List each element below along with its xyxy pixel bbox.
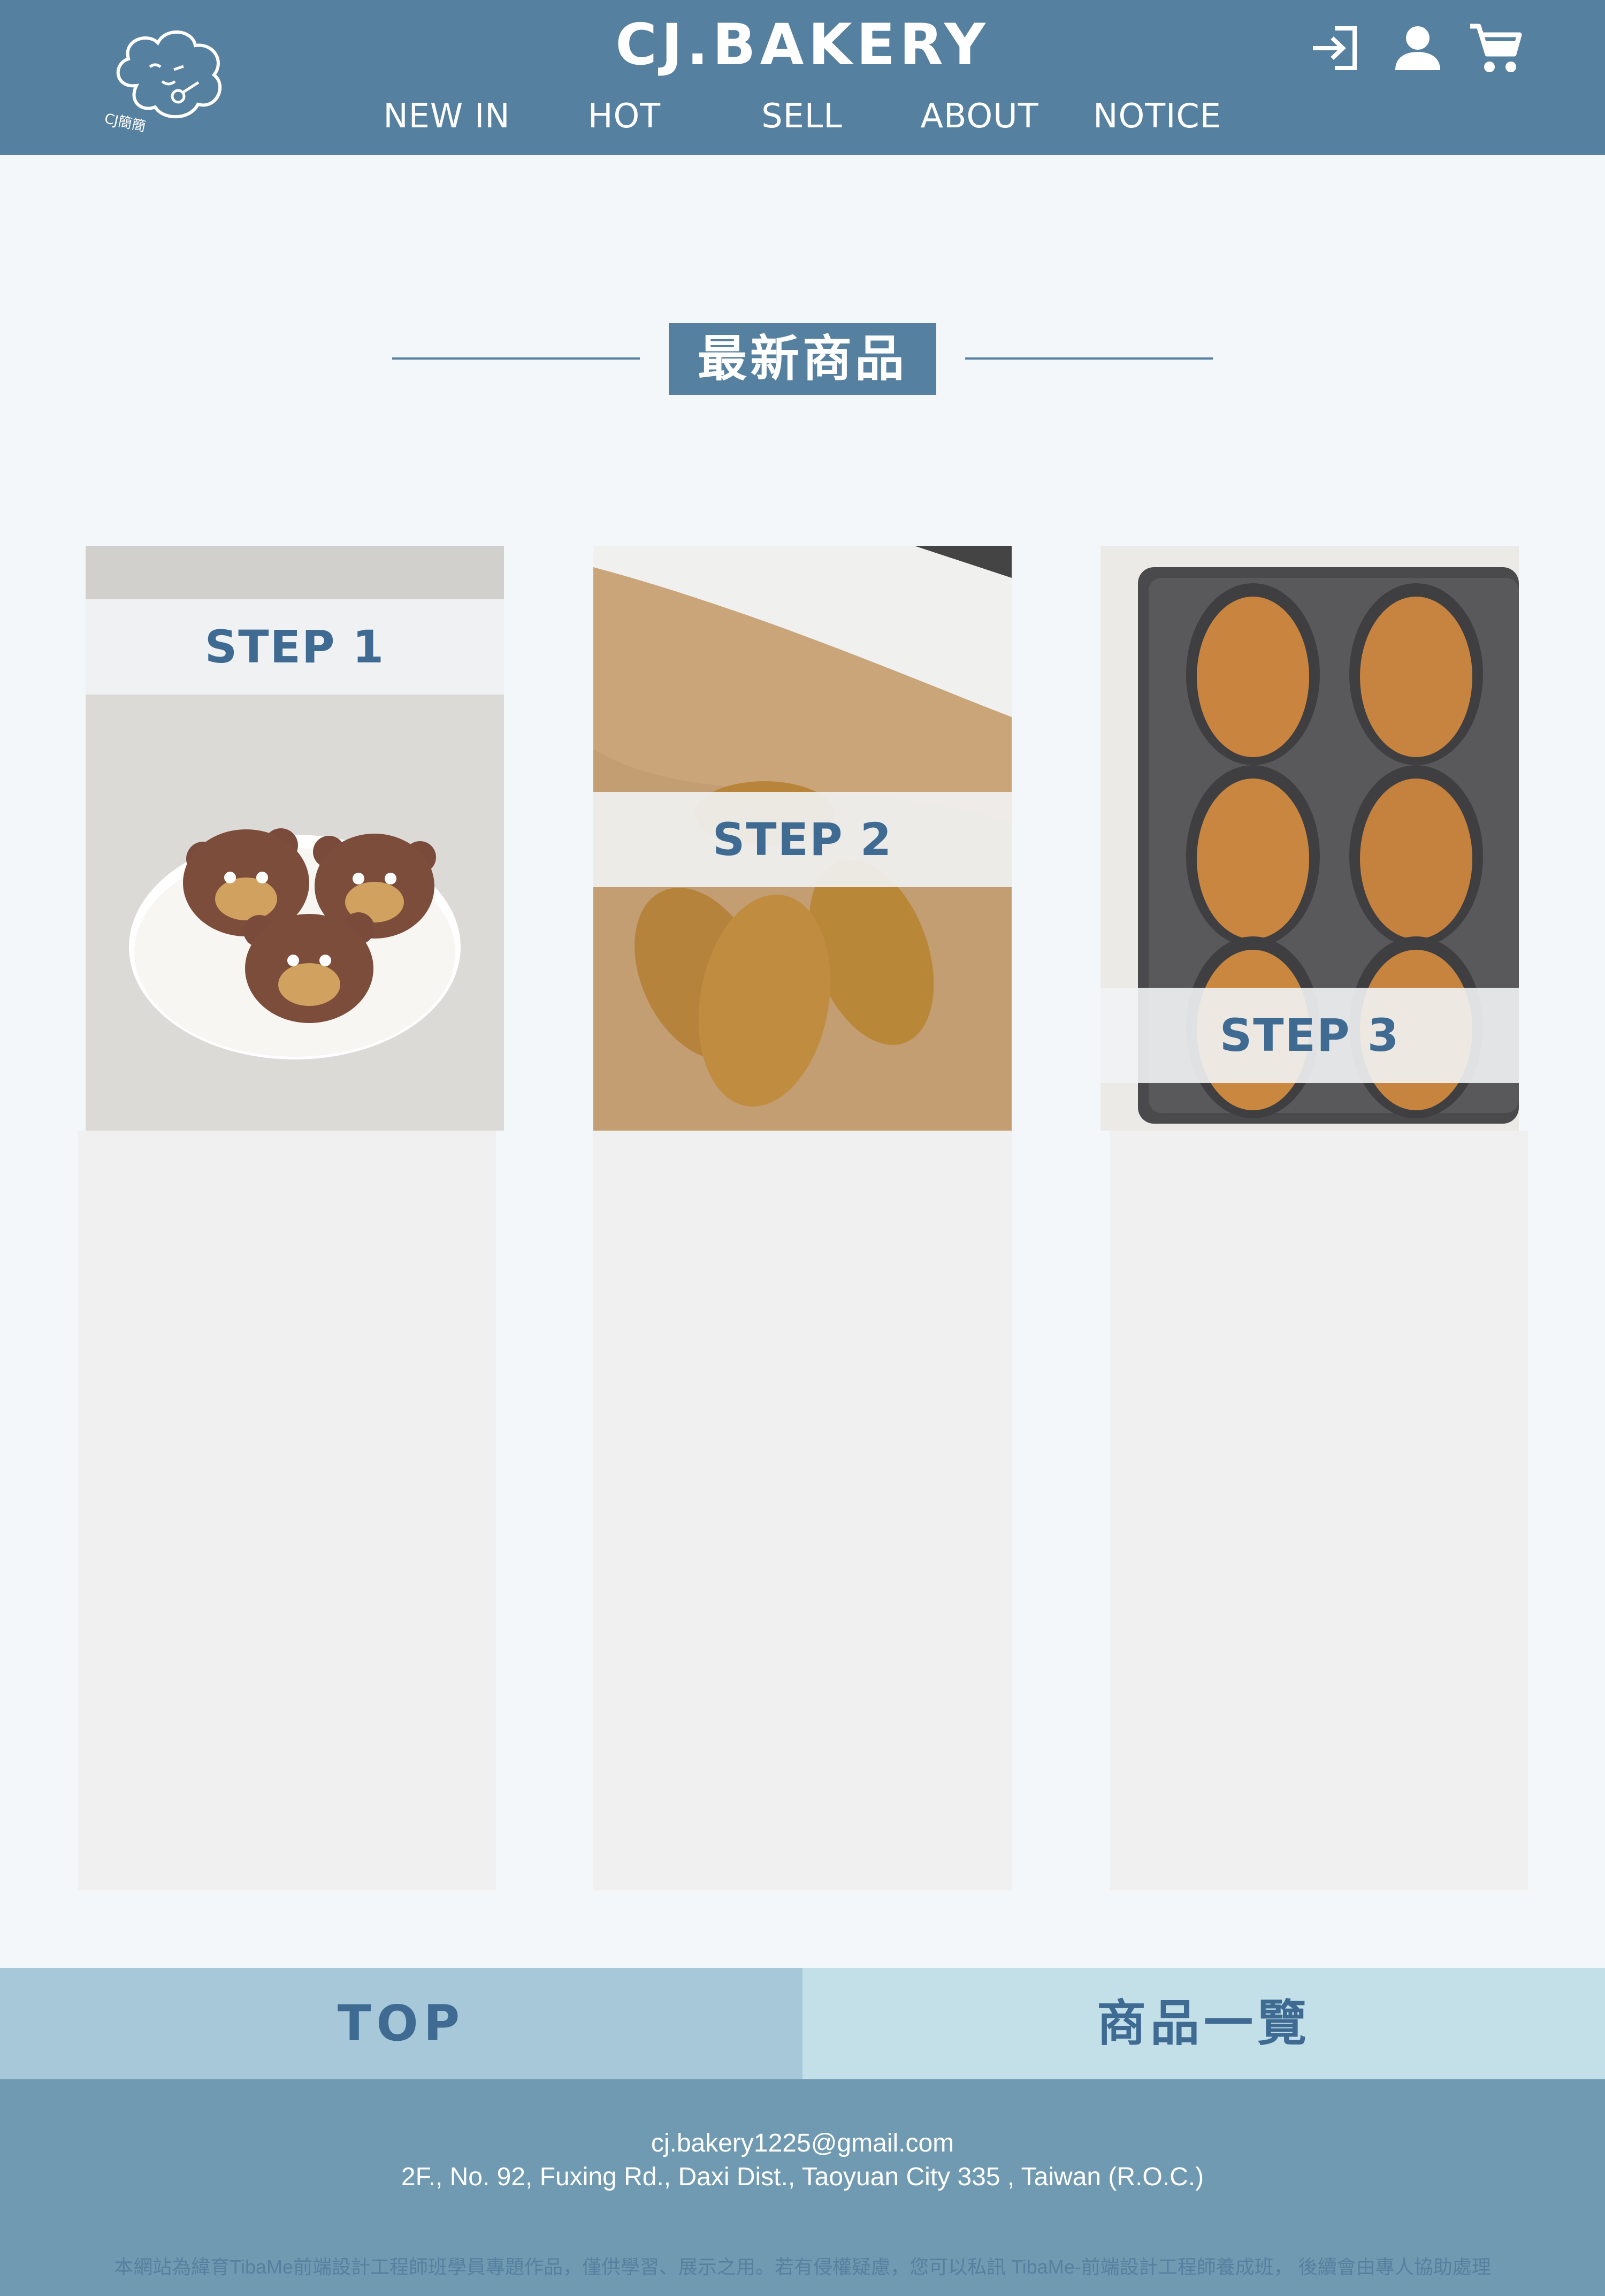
footer-email[interactable]: cj.bakery1225@gmail.com bbox=[0, 2129, 1605, 2158]
site-header: CJ簡簡 CJ.BAKERY NEW IN HOT SELL ABOUT NOT… bbox=[0, 0, 1605, 155]
product-list-button[interactable]: 商品一覽 bbox=[802, 1968, 1605, 2079]
step-card-3-image[interactable]: STEP 3 bbox=[1100, 546, 1519, 1131]
step-label-1: STEP 1 bbox=[86, 599, 504, 695]
step-card-2-image[interactable]: STEP 2 bbox=[593, 546, 1012, 1131]
cart-icon[interactable] bbox=[1466, 19, 1525, 78]
step-label-3: STEP 3 bbox=[1100, 988, 1519, 1083]
footer-address: 2F., No. 92, Fuxing Rd., Daxi Dist., Tao… bbox=[401, 2163, 1204, 2191]
back-to-top-button[interactable]: TOP bbox=[0, 1968, 802, 2079]
section-title: 最新商品 bbox=[669, 323, 936, 395]
main-nav: NEW IN HOT SELL ABOUT NOTICE bbox=[0, 96, 1605, 139]
nav-item-notice[interactable]: NOTICE bbox=[1077, 96, 1237, 135]
nav-item-new-in[interactable]: NEW IN bbox=[366, 96, 527, 135]
login-icon[interactable] bbox=[1305, 19, 1364, 78]
site-footer: cj.bakery1225@gmail.com 2F., No. 92, Fux… bbox=[0, 2079, 1605, 2296]
nav-item-about[interactable]: ABOUT bbox=[899, 96, 1060, 135]
user-icon[interactable] bbox=[1388, 19, 1447, 78]
title-divider-left bbox=[392, 357, 640, 360]
step-card-1-image[interactable]: STEP 1 bbox=[86, 546, 504, 1131]
brand-title[interactable]: CJ.BAKERY bbox=[0, 12, 1605, 78]
step-card-1-body bbox=[78, 1131, 496, 1890]
title-divider-right bbox=[965, 357, 1213, 360]
footer-disclaimer: 本網站為緯育TibaMe前端設計工程師班學員專題作品，僅供學習、展示之用。若有侵… bbox=[114, 2256, 1491, 2278]
nav-item-hot[interactable]: HOT bbox=[544, 96, 705, 135]
step-label-2: STEP 2 bbox=[593, 792, 1012, 887]
step-card-2-body bbox=[593, 1131, 1012, 1890]
step-card-3-body bbox=[1110, 1131, 1528, 1890]
nav-item-sell[interactable]: SELL bbox=[722, 96, 882, 135]
